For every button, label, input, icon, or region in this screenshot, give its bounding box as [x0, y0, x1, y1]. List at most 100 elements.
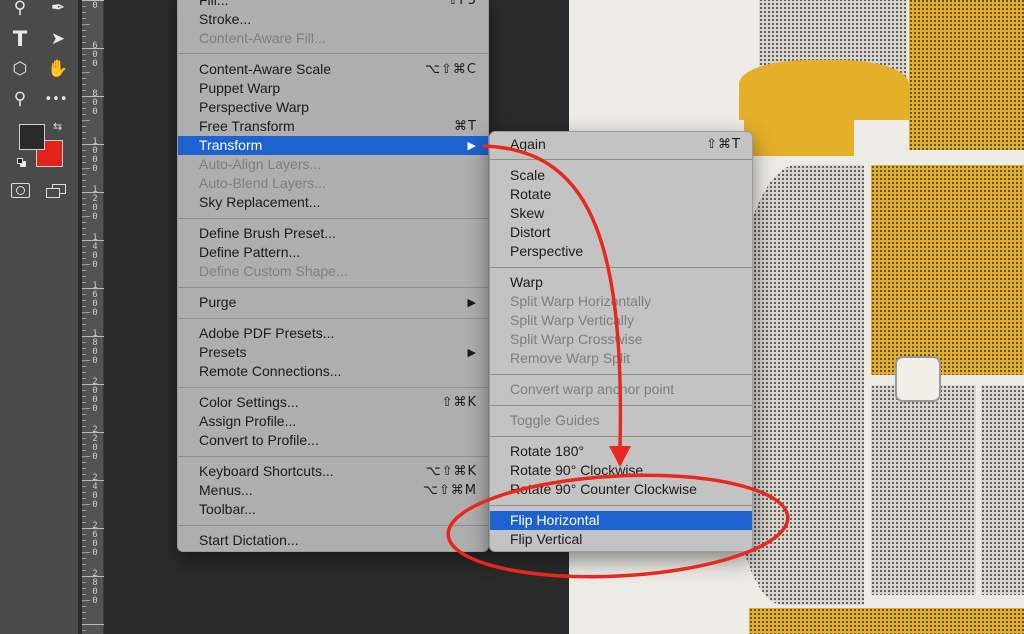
ruler-tick: [82, 174, 86, 175]
submenu-arrow-icon: ▶: [467, 139, 476, 152]
ruler-tick: [82, 138, 86, 139]
transform-menu-item-flip-horizontal[interactable]: Flip Horizontal: [490, 511, 752, 530]
yellow-panel: [739, 60, 909, 120]
ruler-tick: [82, 168, 90, 169]
zoom-tool-icon[interactable]: ⚲: [8, 0, 32, 20]
ruler-tick: [82, 492, 86, 493]
transform-menu-item-rotate-90-clockwise[interactable]: Rotate 90° Clockwise: [490, 461, 752, 480]
edit-menu-item-label: Assign Profile...: [199, 413, 297, 429]
edit-menu-item-fill[interactable]: Fill... ⇧F5: [178, 0, 488, 10]
edit-menu-item-define-pattern[interactable]: Define Pattern...: [178, 243, 488, 262]
transform-menu-item-rotate[interactable]: Rotate: [490, 185, 752, 204]
edit-menu-item-define-brush-preset[interactable]: Define Brush Preset...: [178, 224, 488, 243]
edit-menu-item-auto-align-layers: Auto-Align Layers...: [178, 155, 488, 174]
ruler-tick: [82, 414, 86, 415]
ruler-label: 800: [92, 89, 98, 117]
transform-menu-item-rotate-180[interactable]: Rotate 180°: [490, 442, 752, 461]
fan-photo-top: [909, 0, 1024, 150]
ruler-label: 1600: [92, 281, 98, 318]
edit-menu-item-perspective-warp[interactable]: Perspective Warp: [178, 98, 488, 117]
foreground-color-swatch[interactable]: [19, 124, 45, 150]
ruler-label: 2200: [92, 425, 98, 462]
edit-menu-item-label: Fill...: [199, 0, 229, 8]
edit-menu-item-label: Stroke...: [199, 11, 252, 27]
shape-tool-icon[interactable]: ⬡: [8, 57, 32, 81]
transform-menu-item-perspective[interactable]: Perspective: [490, 242, 752, 261]
ruler-tick: [82, 36, 86, 37]
edit-menu-item-stroke[interactable]: Stroke...: [178, 10, 488, 29]
type-tool-icon[interactable]: T: [8, 27, 32, 51]
edit-menu-item-label: Purge: [199, 294, 237, 310]
edit-menu-item-label: Menus...: [199, 482, 253, 498]
edit-menu-item-toolbar[interactable]: Toolbar...: [178, 500, 488, 519]
edit-menu-item-label: Adobe PDF Presets...: [199, 325, 335, 341]
transform-menu-item-label: Perspective: [510, 243, 584, 259]
ruler-tick: [82, 102, 86, 103]
ruler-tick: [82, 582, 86, 583]
ruler-tick: [82, 282, 86, 283]
quick-mask-icon[interactable]: [11, 183, 30, 198]
screen-mode-icon[interactable]: [46, 184, 66, 198]
edit-menu-item-color-settings[interactable]: Color Settings... ⇧⌘K: [178, 393, 488, 412]
transform-menu-item-again[interactable]: Again ⇧⌘T: [490, 135, 752, 154]
transform-menu-item-rotate-90-counter-clockwise[interactable]: Rotate 90° Counter Clockwise: [490, 480, 752, 499]
edit-menu-item-remote-connections[interactable]: Remote Connections...: [178, 362, 488, 381]
transform-menu-item-label: Skew: [510, 205, 545, 221]
pen-tool-icon[interactable]: ✒: [46, 0, 70, 20]
ruler-tick: [82, 588, 86, 589]
transform-menu-item-scale[interactable]: Scale: [490, 166, 752, 185]
edit-menu-item-keyboard-shortcuts[interactable]: Keyboard Shortcuts... ⌥⇧⌘K: [178, 462, 488, 481]
edit-menu-item-start-dictation[interactable]: Start Dictation...: [178, 531, 488, 550]
edit-menu-item-label: Content-Aware Scale: [199, 61, 332, 77]
edit-menu-item-convert-to-profile[interactable]: Convert to Profile...: [178, 431, 488, 450]
ruler-tick: [82, 318, 86, 319]
transform-menu-item-label: Flip Vertical: [510, 531, 583, 547]
ruler-tick: [82, 6, 86, 7]
edit-menu-item-puppet-warp[interactable]: Puppet Warp: [178, 79, 488, 98]
default-colors-icon[interactable]: [17, 158, 27, 168]
ruler-tick: [82, 60, 86, 61]
menu-separator: [490, 436, 752, 437]
edit-menu-item-purge[interactable]: Purge ▶: [178, 293, 488, 312]
more-tools-icon[interactable]: •••: [44, 87, 68, 111]
edit-menu-item-free-transform[interactable]: Free Transform ⌘T: [178, 117, 488, 136]
ruler-tick: [82, 396, 86, 397]
menu-separator: [178, 287, 488, 288]
ruler-tick: [82, 624, 104, 625]
transform-menu-item-flip-vertical[interactable]: Flip Vertical: [490, 530, 752, 549]
edit-menu-item-assign-profile[interactable]: Assign Profile...: [178, 412, 488, 431]
ruler-tick: [82, 12, 86, 13]
ruler-tick: [82, 72, 90, 73]
edit-menu-item-presets[interactable]: Presets ▶: [178, 343, 488, 362]
menu-separator: [178, 53, 488, 54]
transform-menu-item-warp[interactable]: Warp: [490, 273, 752, 292]
transform-menu-item-distort[interactable]: Distort: [490, 223, 752, 242]
edit-menu-item-label: Keyboard Shortcuts...: [199, 463, 334, 479]
hand-tool-icon[interactable]: ✋: [46, 57, 70, 81]
menu-separator: [490, 267, 752, 268]
tools-panel: ⚲ ✒ T ➤ ⬡ ✋ ⚲ ••• ⇆: [0, 0, 78, 634]
ruler-tick: [82, 186, 86, 187]
yellow-strip: [744, 118, 854, 156]
transform-menu-item-label: Distort: [510, 224, 551, 240]
ruler-label: 1800: [92, 329, 98, 366]
swap-colors-icon[interactable]: ⇆: [53, 120, 62, 133]
transform-menu-item-remove-warp-split: Remove Warp Split: [490, 349, 752, 368]
ruler-tick: [82, 630, 86, 631]
menu-separator: [178, 387, 488, 388]
transform-menu-item-skew[interactable]: Skew: [490, 204, 752, 223]
shortcut-label: ⇧F5: [447, 0, 477, 8]
transform-menu-item-label: Split Warp Crosswise: [510, 331, 643, 347]
edit-menu-item-adobe-pdf-presets[interactable]: Adobe PDF Presets...: [178, 324, 488, 343]
ruler-tick: [82, 252, 86, 253]
ruler-tick: [82, 120, 90, 121]
submenu-arrow-icon: ▶: [467, 346, 476, 359]
edit-menu-item-label: Transform: [199, 137, 263, 153]
edit-menu-item-content-aware-scale[interactable]: Content-Aware Scale ⌥⇧⌘C: [178, 60, 488, 79]
edit-menu-item-transform[interactable]: Transform ▶: [178, 136, 488, 155]
edit-menu-item-sky-replacement[interactable]: Sky Replacement...: [178, 193, 488, 212]
ruler-tick: [82, 246, 86, 247]
path-selection-tool-icon[interactable]: ➤: [46, 27, 70, 51]
zoom-tool-icon[interactable]: ⚲: [8, 87, 32, 111]
edit-menu-item-menus[interactable]: Menus... ⌥⇧⌘M: [178, 481, 488, 500]
